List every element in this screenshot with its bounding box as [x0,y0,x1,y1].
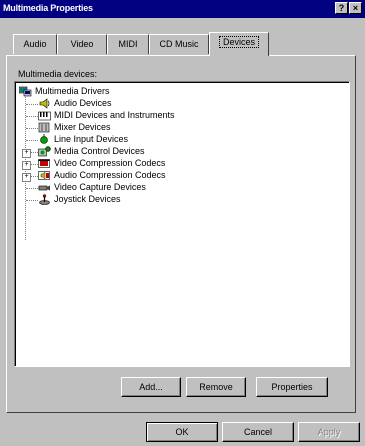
tab-audio-label: Audio [23,39,47,49]
tree-item-label: Line Input Devices [54,134,129,144]
tab-audio[interactable]: Audio [13,34,57,54]
mixer-icon [38,122,50,133]
remove-button[interactable]: Remove [186,377,246,397]
tree-item-audio-compression-codecs[interactable]: Audio Compression Codecs [38,170,318,182]
tree-connector [30,152,38,153]
tree-item-label: Video Compression Codecs [54,158,166,168]
tree-item-media-control-devices[interactable]: Media Control Devices [38,146,318,158]
tab-devices[interactable]: Devices [209,32,269,56]
tree-root[interactable]: Multimedia Drivers [19,86,319,98]
tree-connector [26,116,38,117]
tree-item-joystick-devices[interactable]: Joystick Devices [38,194,318,206]
close-button[interactable]: × [349,2,362,14]
tree-connector [26,128,38,129]
midi-keyboard-icon [38,111,51,121]
devices-tree[interactable]: Multimedia Drivers Audio Devices MIDI De… [14,81,350,367]
tree-item-line-input-devices[interactable]: Line Input Devices [38,134,318,146]
tree-connector [26,140,38,141]
video-capture-icon [38,185,50,191]
tree-item-midi-devices[interactable]: MIDI Devices and Instruments [38,110,318,122]
properties-button[interactable]: Properties [256,377,328,397]
expand-audio-codecs[interactable]: + [22,173,31,182]
tree-connector [26,188,38,189]
tree-item-label: Audio Compression Codecs [54,170,166,180]
tree-connector [30,164,38,165]
expand-media-control[interactable]: + [22,149,31,158]
tree-item-label: Mixer Devices [54,122,111,132]
add-button[interactable]: Add... [121,377,181,397]
tree-item-label: Joystick Devices [54,194,121,204]
media-control-icon [38,146,51,157]
tree-item-video-compression-codecs[interactable]: Video Compression Codecs [38,158,318,170]
joystick-icon [39,194,50,205]
help-button[interactable]: ? [335,2,348,14]
tree-item-mixer-devices[interactable]: Mixer Devices [38,122,318,134]
tree-item-label: Video Capture Devices [54,182,146,192]
tree-connector [26,104,38,105]
tree-item-label: Audio Devices [54,98,112,108]
tab-cd-music-label: CD Music [159,39,199,49]
cancel-button[interactable]: Cancel [222,422,294,442]
tab-midi[interactable]: MIDI [107,34,149,54]
line-input-icon [40,134,48,144]
multimedia-properties-dialog: Multimedia Properties ? × Audio Video MI… [0,0,365,446]
tree-item-label: MIDI Devices and Instruments [54,110,175,120]
expand-video-codecs[interactable]: + [22,161,31,170]
apply-button[interactable]: Apply [298,422,360,442]
tree-item-label: Media Control Devices [54,146,145,156]
video-codec-icon [38,159,50,168]
audio-codec-icon [38,171,50,180]
tab-devices-label: Devices [218,36,259,48]
title-bar[interactable]: Multimedia Properties ? × [0,0,365,18]
window-title: Multimedia Properties [3,3,93,13]
multimedia-drivers-icon [19,86,32,97]
tab-midi-label: MIDI [118,39,138,49]
tree-connector [30,176,38,177]
tab-video[interactable]: Video [57,34,107,54]
speaker-icon [39,98,50,109]
tree-item-video-capture-devices[interactable]: Video Capture Devices [38,182,318,194]
multimedia-devices-label: Multimedia devices: [18,69,98,79]
tree-item-audio-devices[interactable]: Audio Devices [38,98,318,110]
ok-button[interactable]: OK [146,422,218,442]
tab-cd-music[interactable]: CD Music [149,34,209,54]
tree-root-label: Multimedia Drivers [35,86,110,96]
tree-connector [26,200,38,201]
tab-video-label: Video [70,39,94,49]
